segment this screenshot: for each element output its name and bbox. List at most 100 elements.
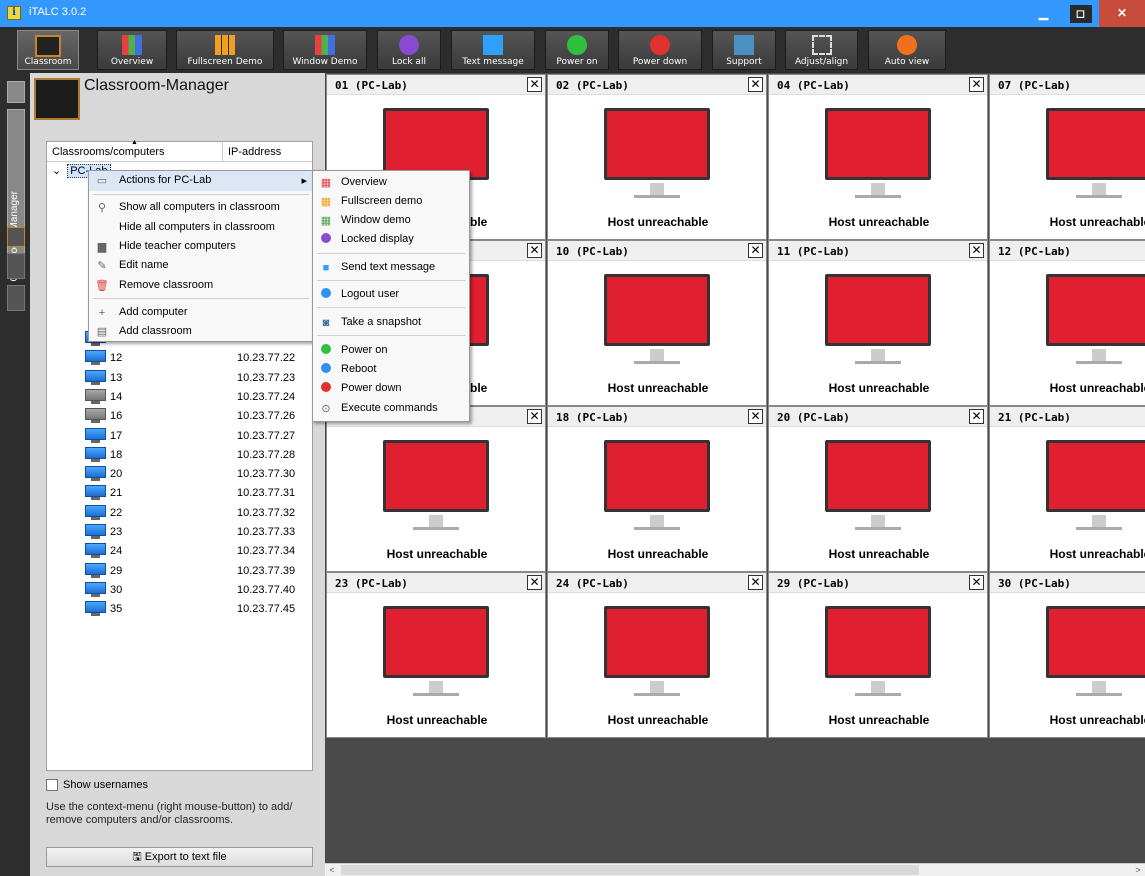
computer-screen-tile[interactable]: 12 (PC-Lab)✕ Host unreachable [989,240,1145,406]
tile-close-icon[interactable]: ✕ [969,409,984,424]
action-overview[interactable]: ▦ Overview [313,173,469,193]
tile-close-icon[interactable]: ✕ [527,575,542,590]
tree-computer-row[interactable]: 20 10.23.77.30 [85,465,310,484]
action-fullscreen-demo[interactable]: ▦ Fullscreen demo [313,192,469,212]
menu-add-computer[interactable]: + Add computer [89,303,313,323]
tile-computer-name: 12 (PC-Lab) [998,245,1071,258]
restore-button[interactable]: ◻ [1062,0,1099,27]
menu-actions-for-pc-lab[interactable]: ▭ Actions for PC-Lab ▸ [89,171,313,191]
computer-name: 24 [110,545,123,558]
computer-screen-tile[interactable]: 21 (PC-Lab)✕ Host unreachable [989,406,1145,572]
tree-computer-row[interactable]: 21 10.23.77.31 [85,484,310,503]
action-power-on[interactable]: Power on [313,341,469,361]
toolbar-fullscreen-demo-button[interactable]: Fullscreen Demo [176,30,274,70]
toolbar-power-down-button[interactable]: Power down [618,30,702,70]
menu-add-classroom[interactable]: ▤ Add classroom [89,322,313,342]
tile-close-icon[interactable]: ✕ [748,575,763,590]
tree-computer-row[interactable]: 12 10.23.77.22 [85,349,310,368]
computer-screen-tile[interactable]: 04 (PC-Lab) ✕ Host unreachable [768,74,988,240]
computer-screen-tile[interactable]: 10 (PC-Lab) ✕ Host unreachable [547,240,767,406]
tree-computer-row[interactable]: 22 10.23.77.32 [85,504,310,523]
computer-screen-tile[interactable]: 20 (PC-Lab) ✕ Host unreachable [768,406,988,572]
computer-icon [85,350,106,366]
menu-edit-name[interactable]: ✎ Edit name [89,256,313,276]
scroll-left-icon[interactable]: < [325,864,339,876]
computer-screen-tile[interactable]: 23 (PC-Lab) ✕ Host unreachable [326,572,546,738]
tree-computer-row[interactable]: 30 10.23.77.40 [85,581,310,600]
tile-close-icon[interactable]: ✕ [969,243,984,258]
monitor-screen-icon [604,440,710,512]
toolbar-overview-button[interactable]: Overview [97,30,167,70]
tile-close-icon[interactable]: ✕ [969,575,984,590]
tile-close-icon[interactable]: ✕ [969,77,984,92]
action-execute-commands[interactable]: ⊙ Execute commands [313,399,469,419]
toolbar-auto-view-button[interactable]: Auto view [868,30,946,70]
toolbar-power-on-button[interactable]: Power on [545,30,609,70]
computer-screen-tile[interactable]: 18 (PC-Lab) ✕ Host unreachable [547,406,767,572]
side-tab-config-icon[interactable] [7,285,25,311]
toolbar-classroom-button[interactable]: Classroom [17,30,79,70]
tile-close-icon[interactable]: ✕ [527,77,542,92]
scroll-right-icon[interactable]: > [1131,864,1145,876]
toolbar-adjust-align-button[interactable]: Adjust/align [785,30,858,70]
monitor-foot [1076,693,1122,696]
action-reboot[interactable]: Reboot [313,360,469,380]
tree-computer-row[interactable]: 16 10.23.77.26 [85,407,310,426]
action-locked-display[interactable]: Locked display [313,230,469,250]
computer-screen-tile[interactable]: 02 (PC-Lab) ✕ Host unreachable [547,74,767,240]
menu-remove-classroom[interactable]: 🗑 Remove classroom [89,276,313,296]
computer-screen-tile[interactable]: 29 (PC-Lab) ✕ Host unreachable [768,572,988,738]
tree-computer-row[interactable]: 13 10.23.77.23 [85,369,310,388]
side-tab-screens-icon[interactable] [7,227,25,247]
side-tab-snapshots-icon[interactable] [7,253,25,279]
show-usernames-checkbox[interactable] [46,779,58,791]
close-button[interactable]: ✕ [1099,0,1145,27]
action-window-demo[interactable]: ▦ Window demo [313,211,469,231]
computer-screen-tile[interactable]: 30 (PC-Lab)✕ Host unreachable [989,572,1145,738]
computer-name: 29 [110,564,123,577]
action-power-down[interactable]: Power down [313,379,469,399]
menu-hide-all-computers[interactable]: Hide all computers in classroom [89,218,313,238]
tile-close-icon[interactable]: ✕ [527,409,542,424]
action-send-text-message[interactable]: ■ Send text message [313,258,469,278]
monitor-screen-icon [604,108,710,180]
menu-hide-teacher-computers[interactable]: ▆ Hide teacher computers [89,237,313,257]
tile-close-icon[interactable]: ✕ [748,243,763,258]
tile-close-icon[interactable]: ✕ [748,77,763,92]
minimize-button[interactable]: ▁ [1025,0,1062,27]
action-logout-user[interactable]: Logout user [313,285,469,305]
menu-show-all-computers[interactable]: ⚲ Show all computers in classroom [89,198,313,218]
tree-computer-row[interactable]: 24 10.23.77.34 [85,542,310,561]
power-down-icon [650,35,670,55]
computer-screen-tile[interactable]: ✕ Host unreachable [326,406,546,572]
tree-computer-row[interactable]: 23 10.23.77.33 [85,523,310,542]
computer-ip: 10.23.77.45 [237,603,296,616]
tree-computer-row[interactable]: 18 10.23.77.28 [85,446,310,465]
tree-computer-row[interactable]: 29 10.23.77.39 [85,562,310,581]
tree-computer-row[interactable]: 17 10.23.77.27 [85,427,310,446]
text-message-icon: ■ [322,262,330,274]
main-toolbar: Classroom Overview Fullscreen Demo Windo… [0,27,1145,73]
toolbar-text-message-button[interactable]: Text message [451,30,535,70]
tree-computer-row[interactable]: 14 10.23.77.24 [85,388,310,407]
computer-screen-tile[interactable]: 07 (PC-Lab)✕ Host unreachable [989,74,1145,240]
computer-ip: 10.23.77.33 [237,526,296,538]
computer-screen-tile[interactable]: 11 (PC-Lab) ✕ Host unreachable [768,240,988,406]
toolbar-window-demo-button[interactable]: Window Demo [283,30,367,70]
export-button[interactable]: 🖫 Export to text file [46,847,313,867]
tile-computer-name: 30 (PC-Lab) [998,577,1071,590]
toolbar-support-button[interactable]: Support [712,30,776,70]
scroll-thumb[interactable] [341,865,919,875]
tile-close-icon[interactable]: ✕ [527,243,542,258]
tree-computer-row[interactable]: 35 10.23.77.45 [85,600,310,619]
horizontal-scrollbar[interactable]: < > [325,863,1145,876]
column-computers[interactable]: Classrooms/computers [52,146,164,158]
tile-close-icon[interactable]: ✕ [748,409,763,424]
toolbar-lock-all-button[interactable]: Lock all [377,30,441,70]
action-take-snapshot[interactable]: ◙ Take a snapshot [313,313,469,333]
sort-arrow-icon: ▲ [131,139,138,146]
computer-screen-tile[interactable]: 24 (PC-Lab) ✕ Host unreachable [547,572,767,738]
column-ip[interactable]: IP-address [228,146,281,158]
expand-chevron-icon[interactable]: ⌄ [52,165,61,177]
side-tab-classroom-manager-icon[interactable] [7,81,25,103]
